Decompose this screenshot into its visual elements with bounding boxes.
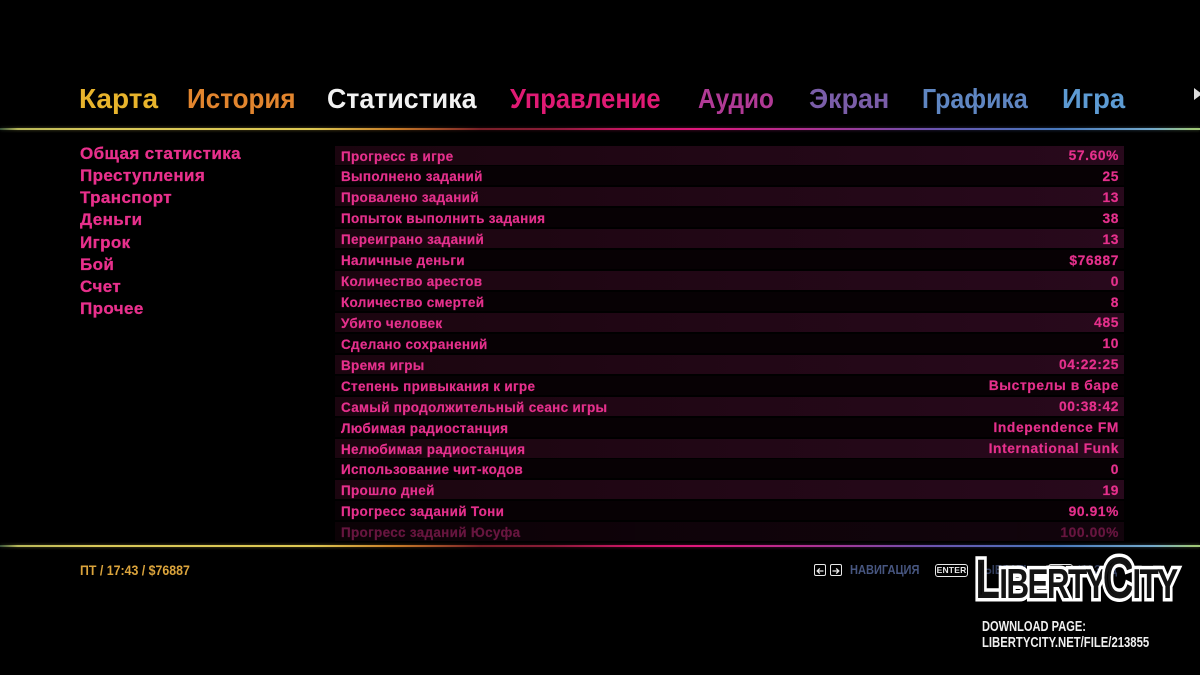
svg-text:LIBERTYCITY: LIBERTYCITY [975,548,1178,608]
